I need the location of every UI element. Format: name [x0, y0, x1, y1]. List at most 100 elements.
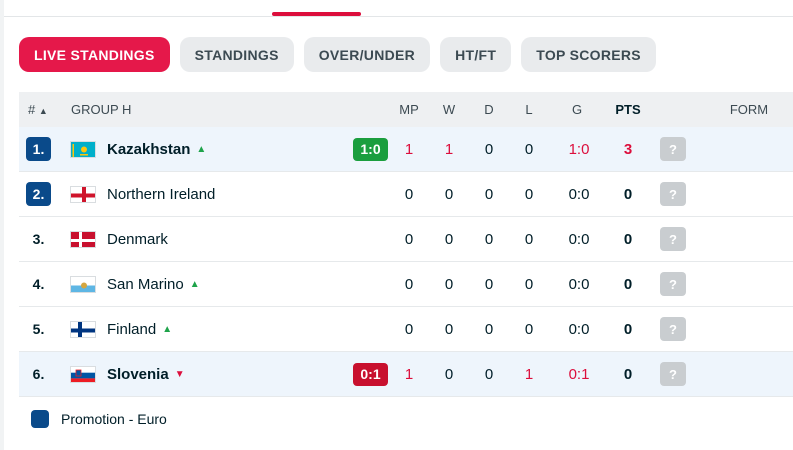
w-header[interactable]: W	[429, 102, 469, 117]
team-name-label: Denmark	[107, 230, 168, 248]
top-divider	[4, 16, 793, 17]
team-name[interactable]: Northern Ireland	[107, 186, 215, 203]
standings-tabs: LIVE STANDINGS STANDINGS OVER/UNDER HT/F…	[19, 37, 656, 72]
form-unknown-icon[interactable]: ?	[660, 137, 686, 161]
l-header[interactable]: L	[509, 102, 549, 117]
tab-live-standings[interactable]: LIVE STANDINGS	[19, 37, 170, 72]
mp-header[interactable]: MP	[389, 102, 429, 117]
form-unknown-icon[interactable]: ?	[660, 317, 686, 341]
draws: 0	[484, 185, 494, 203]
form-unknown-icon[interactable]: ?	[660, 362, 686, 386]
goals: 0:0	[568, 275, 590, 293]
form-unknown-icon[interactable]: ?	[660, 227, 686, 251]
rank-header[interactable]: # ▲	[28, 102, 48, 117]
team-name-label: Slovenia	[107, 365, 169, 383]
points: 0	[623, 320, 633, 338]
team-name-label: Finland	[107, 320, 157, 338]
trend-up-icon: ▲	[196, 143, 207, 155]
matches-played: 1	[404, 140, 414, 158]
rank-header-label: #	[28, 102, 36, 117]
tab-over-under[interactable]: OVER/UNDER	[303, 37, 431, 72]
left-edge	[0, 0, 4, 450]
table-row[interactable]: 6. Slovenia ▼ 0:1 1 0 0 1 0:1 0 ?	[19, 352, 793, 397]
matches-played: 0	[404, 185, 414, 203]
tab-ht-ft[interactable]: HT/FT	[440, 37, 512, 72]
rank-number: 4.	[32, 276, 45, 292]
losses: 0	[524, 185, 534, 203]
goals: 0:0	[568, 230, 590, 248]
points: 0	[623, 365, 633, 383]
tab-standings[interactable]: STANDINGS	[179, 37, 294, 72]
team-name[interactable]: Slovenia ▼	[107, 366, 185, 383]
draws: 0	[484, 365, 494, 383]
matches-played: 0	[404, 320, 414, 338]
form-header: FORM	[729, 102, 769, 117]
legend-label: Promotion - Euro	[61, 411, 167, 427]
losses: 0	[524, 140, 534, 158]
losses: 0	[524, 230, 534, 248]
trend-down-icon: ▼	[174, 368, 185, 380]
live-score-badge[interactable]: 0:1	[353, 362, 388, 386]
g-header[interactable]: G	[557, 102, 597, 117]
promotion-legend-swatch	[31, 410, 49, 428]
team-name[interactable]: Denmark	[107, 231, 168, 248]
sort-asc-icon: ▲	[38, 106, 48, 116]
team-name-label: Kazakhstan	[107, 140, 191, 158]
team-name-label: San Marino	[107, 275, 184, 293]
table-row[interactable]: 2. Northern Ireland 0 0 0 0 0:0 0 ?	[19, 172, 793, 217]
table-row[interactable]: 3. Denmark 0 0 0 0 0:0 0 ?	[19, 217, 793, 262]
table-row[interactable]: 5. Finland ▲ 0 0 0 0 0:0 0 ?	[19, 307, 793, 352]
trend-up-icon: ▲	[162, 323, 173, 335]
top-tab-indicator	[272, 12, 361, 16]
wins: 0	[444, 365, 454, 383]
table-header: # ▲ GROUP H MP W D L G PTS FORM	[19, 92, 793, 127]
rank-badge: 2.	[26, 182, 51, 206]
rank-number: 5.	[32, 321, 45, 337]
matches-played: 1	[404, 365, 414, 383]
losses: 0	[524, 275, 534, 293]
goals: 1:0	[568, 140, 590, 158]
team-name[interactable]: San Marino ▲	[107, 276, 200, 293]
trend-up-icon: ▲	[189, 278, 200, 290]
draws: 0	[484, 320, 494, 338]
draws: 0	[484, 140, 494, 158]
wins: 0	[444, 320, 454, 338]
points: 0	[623, 185, 633, 203]
form-unknown-icon[interactable]: ?	[660, 182, 686, 206]
points: 0	[623, 230, 633, 248]
northern-ireland-flag-icon	[70, 185, 96, 203]
losses: 1	[524, 365, 534, 383]
standings-table: # ▲ GROUP H MP W D L G PTS FORM 1. Kazak…	[19, 92, 793, 397]
goals: 0:0	[568, 320, 590, 338]
tab-top-scorers[interactable]: TOP SCORERS	[521, 37, 656, 72]
table-row[interactable]: 4. San Marino ▲ 0 0 0 0 0:0 0 ?	[19, 262, 793, 307]
goals: 0:0	[568, 185, 590, 203]
finland-flag-icon	[70, 320, 96, 338]
table-row[interactable]: 1. Kazakhstan ▲ 1:0 1 1 0 0 1:0 3 ?	[19, 127, 793, 172]
points: 0	[623, 275, 633, 293]
matches-played: 0	[404, 275, 414, 293]
wins: 1	[444, 140, 454, 158]
matches-played: 0	[404, 230, 414, 248]
d-header[interactable]: D	[469, 102, 509, 117]
form-unknown-icon[interactable]: ?	[660, 272, 686, 296]
rank-number: 6.	[32, 366, 45, 382]
legend: Promotion - Euro	[31, 410, 167, 428]
draws: 0	[484, 275, 494, 293]
team-name-label: Northern Ireland	[107, 185, 216, 203]
group-header: GROUP H	[71, 102, 132, 117]
team-name[interactable]: Finland ▲	[107, 321, 172, 338]
draws: 0	[484, 230, 494, 248]
denmark-flag-icon	[70, 230, 96, 248]
wins: 0	[444, 185, 454, 203]
wins: 0	[444, 230, 454, 248]
slovenia-flag-icon	[70, 365, 96, 383]
pts-header[interactable]: PTS	[608, 102, 648, 117]
team-name[interactable]: Kazakhstan ▲	[107, 141, 206, 158]
rank-badge: 1.	[26, 137, 51, 161]
rank-number: 3.	[32, 231, 45, 247]
live-score-badge[interactable]: 1:0	[353, 137, 388, 161]
kazakhstan-flag-icon	[70, 140, 96, 158]
goals: 0:1	[568, 365, 590, 383]
losses: 0	[524, 320, 534, 338]
